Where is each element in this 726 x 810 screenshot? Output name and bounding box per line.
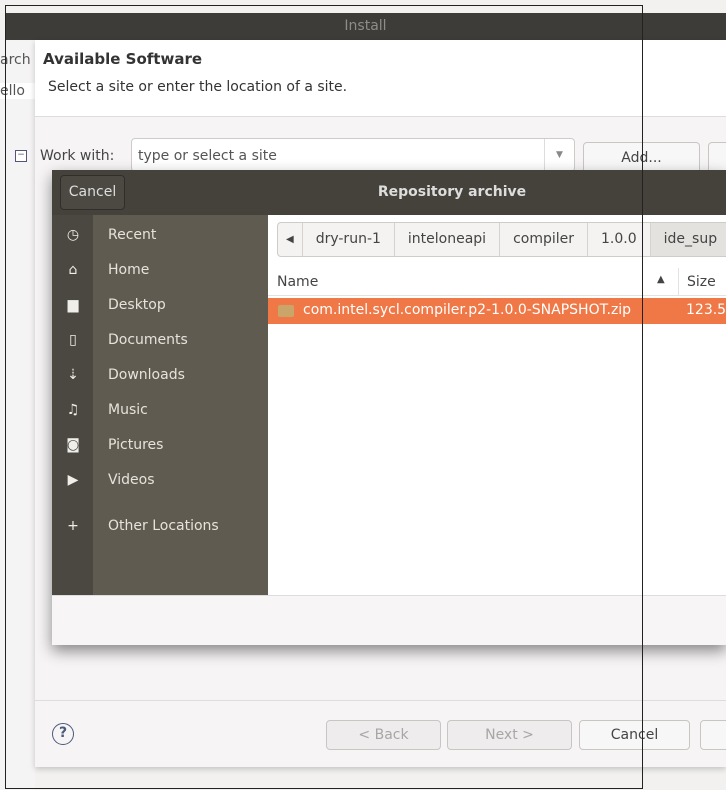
document-icon: ▯ (69, 332, 77, 348)
place-desktop[interactable]: ▆ Desktop (52, 288, 268, 323)
file-row[interactable]: com.intel.sycl.compiler.p2-1.0.0-SNAPSHO… (268, 298, 726, 324)
bg-text: arch (0, 52, 31, 68)
column-header: Name ▲ Size (268, 268, 726, 296)
next-button[interactable]: Next > (447, 720, 572, 750)
place-documents[interactable]: ▯ Documents (52, 323, 268, 358)
archive-icon (278, 305, 294, 317)
finish-button[interactable] (700, 720, 726, 750)
folder-icon: ▆ (67, 297, 79, 313)
site-input[interactable]: type or select a site (138, 148, 277, 164)
camera-icon: ◙ (66, 437, 80, 453)
divider (35, 700, 726, 701)
place-home[interactable]: ⌂ Home (52, 253, 268, 288)
wizard-header: Available Software Select a site or ente… (35, 40, 726, 117)
download-icon: ⇣ (67, 367, 79, 383)
clock-icon: ◷ (66, 227, 80, 243)
file-chooser-header: Cancel Repository archive (52, 170, 726, 215)
chevron-down-icon[interactable]: ▼ (544, 139, 574, 171)
file-chooser-footer (52, 595, 726, 645)
column-name[interactable]: Name (277, 274, 318, 290)
background-editor: arch ello D − (0, 40, 51, 790)
video-icon: ▶ (67, 472, 79, 488)
cancel-button[interactable]: Cancel (579, 720, 690, 750)
page-subtitle: Select a site or enter the location of a… (48, 79, 348, 95)
work-with-label: Work with: (40, 148, 115, 164)
back-button[interactable]: < Back (326, 720, 441, 750)
column-size[interactable]: Size (678, 268, 716, 296)
place-pictures[interactable]: ◙ Pictures (52, 428, 268, 463)
path-crumb[interactable]: compiler (500, 223, 589, 256)
path-crumb[interactable]: inteloneapi (395, 223, 501, 256)
place-videos[interactable]: ▶ Videos (52, 463, 268, 498)
help-icon[interactable]: ? (52, 723, 74, 745)
path-crumb[interactable]: 1.0.0 (588, 223, 651, 256)
file-chooser-dialog: Cancel Repository archive ◷ Recent ⌂ Home … (52, 170, 726, 645)
sort-ascending-icon[interactable]: ▲ (657, 274, 665, 285)
path-bar: ◀ dry-run-1 inteloneapi compiler 1.0.0 i… (277, 222, 726, 257)
file-chooser-cancel-button[interactable]: Cancel (60, 175, 125, 210)
bg-text: ello (0, 83, 35, 99)
place-other-locations[interactable]: + Other Locations (52, 509, 268, 544)
plus-icon: + (67, 518, 79, 534)
file-size: 123.5 (686, 302, 726, 318)
place-downloads[interactable]: ⇣ Downloads (52, 358, 268, 393)
place-recent[interactable]: ◷ Recent (52, 218, 268, 253)
file-chooser-title: Repository archive (377, 184, 527, 200)
path-crumb[interactable]: dry-run-1 (303, 223, 395, 256)
path-scroll-left-icon[interactable]: ◀ (278, 223, 303, 256)
collapse-icon[interactable]: − (15, 150, 27, 162)
site-combo[interactable]: type or select a site ▼ (131, 138, 575, 172)
window-titlebar: Install (5, 13, 726, 40)
music-icon: ♫ (66, 402, 80, 418)
page-title: Available Software (43, 50, 203, 68)
file-name: com.intel.sycl.compiler.p2-1.0.0-SNAPSHO… (303, 302, 632, 318)
file-list-pane: ◀ dry-run-1 inteloneapi compiler 1.0.0 i… (268, 215, 726, 595)
place-music[interactable]: ♫ Music (52, 393, 268, 428)
path-crumb-current[interactable]: ide_sup (650, 223, 726, 256)
home-icon: ⌂ (68, 262, 78, 278)
